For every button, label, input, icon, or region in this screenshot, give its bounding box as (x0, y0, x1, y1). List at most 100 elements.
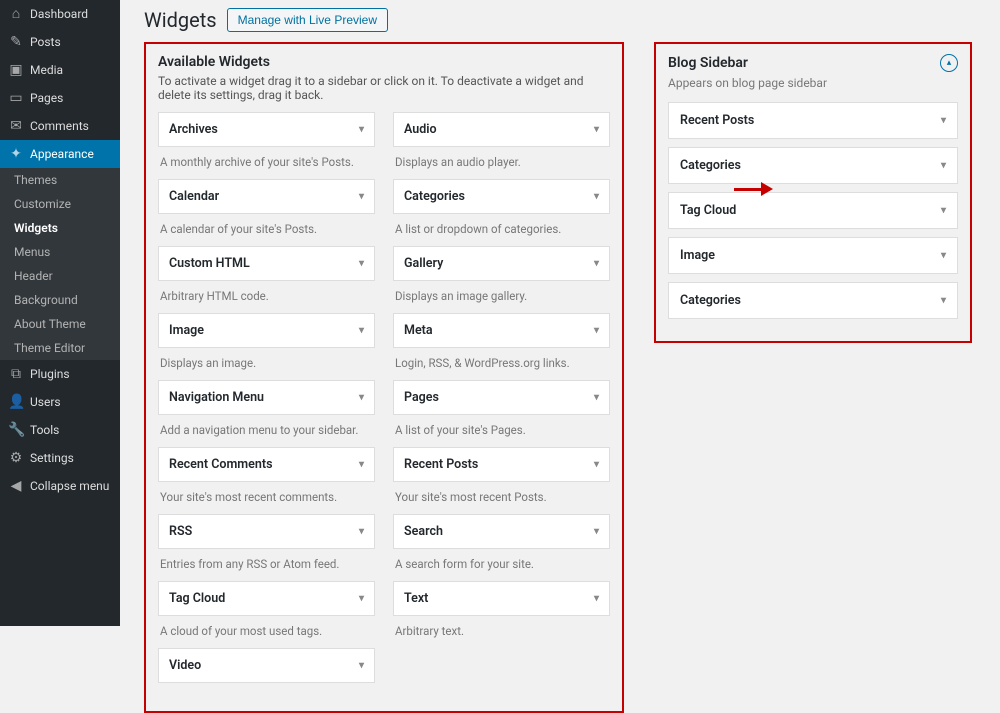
chevron-down-icon: ▾ (594, 258, 599, 269)
available-widgets-desc: To activate a widget drag it to a sideba… (158, 74, 610, 102)
available-widget-tag-cloud: Tag Cloud ▾ A cloud of your most used ta… (158, 581, 375, 648)
nav-item-users[interactable]: 👤Users (0, 388, 120, 416)
manage-live-preview-button[interactable]: Manage with Live Preview (227, 8, 388, 32)
sidebar-widget-name: Categories (680, 293, 741, 308)
widget-header[interactable]: Calendar ▾ (158, 179, 375, 214)
chevron-down-icon: ▾ (941, 205, 946, 216)
widget-header[interactable]: Gallery ▾ (393, 246, 610, 281)
sidebar-widget-image[interactable]: Image▾ (668, 237, 958, 274)
available-widget-rss: RSS ▾ Entries from any RSS or Atom feed. (158, 514, 375, 581)
widget-desc: Arbitrary text. (393, 616, 610, 648)
widget-desc: A list or dropdown of categories. (393, 214, 610, 246)
widget-name: Recent Posts (404, 457, 478, 472)
widget-name: Tag Cloud (169, 591, 225, 606)
widget-name: Gallery (404, 256, 443, 271)
subnav-customize[interactable]: Customize (0, 192, 120, 216)
subnav-menus[interactable]: Menus (0, 240, 120, 264)
nav-item-collapse-menu[interactable]: ◀ Collapse menu (0, 472, 120, 500)
chevron-down-icon: ▾ (941, 295, 946, 306)
available-widget-custom-html: Custom HTML ▾ Arbitrary HTML code. (158, 246, 375, 313)
widget-header[interactable]: Recent Comments ▾ (158, 447, 375, 482)
nav-item-appearance[interactable]: ✦ Appearance (0, 140, 120, 168)
widget-desc: Arbitrary HTML code. (158, 281, 375, 313)
widget-header[interactable]: Audio ▾ (393, 112, 610, 147)
chevron-down-icon: ▾ (359, 660, 364, 671)
chevron-down-icon: ▾ (359, 258, 364, 269)
nav-label: Posts (30, 35, 61, 49)
collapse-sidebar-button[interactable]: ▴ (940, 54, 958, 72)
nav-item-media[interactable]: ▣Media (0, 56, 120, 84)
nav-item-plugins[interactable]: ⧉Plugins (0, 360, 120, 388)
widget-name: Pages (404, 390, 439, 405)
media-icon: ▣ (8, 63, 24, 77)
available-widget-recent-posts: Recent Posts ▾ Your site's most recent P… (393, 447, 610, 514)
available-widget-archives: Archives ▾ A monthly archive of your sit… (158, 112, 375, 179)
sidebar-widget-tag-cloud[interactable]: Tag Cloud▾ (668, 192, 958, 229)
widget-header[interactable]: Archives ▾ (158, 112, 375, 147)
widget-desc: Your site's most recent Posts. (393, 482, 610, 514)
available-widget-audio: Audio ▾ Displays an audio player. (393, 112, 610, 179)
subnav-about-theme[interactable]: About Theme (0, 312, 120, 336)
widget-desc: Add a navigation menu to your sidebar. (158, 415, 375, 447)
widget-desc (158, 683, 375, 701)
chevron-down-icon: ▾ (941, 160, 946, 171)
chevron-down-icon: ▾ (359, 325, 364, 336)
widget-desc: Displays an image. (158, 348, 375, 380)
widget-header[interactable]: RSS ▾ (158, 514, 375, 549)
nav-item-posts[interactable]: ✎ Posts (0, 28, 120, 56)
blog-sidebar-panel: Blog Sidebar ▴ Appears on blog page side… (654, 42, 972, 343)
available-widgets-title: Available Widgets (158, 54, 610, 70)
widget-header[interactable]: Categories ▾ (393, 179, 610, 214)
nav-item-settings[interactable]: ⚙Settings (0, 444, 120, 472)
chevron-down-icon: ▾ (359, 593, 364, 604)
sidebar-widget-categories[interactable]: Categories▾ (668, 147, 958, 184)
page-heading: Widgets Manage with Live Preview (134, 0, 986, 42)
widget-header[interactable]: Image ▾ (158, 313, 375, 348)
widget-name: Navigation Menu (169, 390, 264, 405)
nav-label: Tools (30, 423, 59, 437)
posts-icon: ✎ (8, 35, 24, 49)
subnav-header[interactable]: Header (0, 264, 120, 288)
available-widget-video: Video ▾ (158, 648, 375, 701)
nav-item-tools[interactable]: 🔧Tools (0, 416, 120, 444)
widget-desc: A monthly archive of your site's Posts. (158, 147, 375, 179)
widget-header[interactable]: Meta ▾ (393, 313, 610, 348)
chevron-down-icon: ▾ (594, 593, 599, 604)
widget-header[interactable]: Text ▾ (393, 581, 610, 616)
widget-header[interactable]: Custom HTML ▾ (158, 246, 375, 281)
chevron-down-icon: ▾ (359, 124, 364, 135)
sidebar-widget-categories[interactable]: Categories ▾ (668, 282, 958, 319)
nav-label: Collapse menu (30, 479, 109, 493)
widget-header[interactable]: Recent Posts ▾ (393, 447, 610, 482)
widget-name: Calendar (169, 189, 219, 204)
nav-item-pages[interactable]: ▭Pages (0, 84, 120, 112)
blog-sidebar-title: Blog Sidebar (668, 55, 748, 71)
subnav-widgets[interactable]: Widgets (0, 216, 120, 240)
chevron-down-icon: ▾ (359, 459, 364, 470)
widget-name: Text (404, 591, 428, 606)
nav-label: Dashboard (30, 7, 88, 21)
subnav-background[interactable]: Background (0, 288, 120, 312)
sidebar-widget-name: Image (680, 248, 715, 263)
appearance-icon: ✦ (8, 147, 24, 161)
widget-header[interactable]: Navigation Menu ▾ (158, 380, 375, 415)
widget-header[interactable]: Video ▾ (158, 648, 375, 683)
widget-header[interactable]: Tag Cloud ▾ (158, 581, 375, 616)
available-widget-categories: Categories ▾ A list or dropdown of categ… (393, 179, 610, 246)
nav-label: Plugins (30, 367, 70, 381)
collapse-menu-icon: ◀ (8, 479, 24, 493)
nav-item-comments[interactable]: ✉Comments (0, 112, 120, 140)
nav-item-dashboard[interactable]: ⌂Dashboard (0, 0, 120, 28)
subnav-themes[interactable]: Themes (0, 168, 120, 192)
widget-header[interactable]: Pages ▾ (393, 380, 610, 415)
subnav-theme-editor[interactable]: Theme Editor (0, 336, 120, 360)
admin-sidebar: ⌂Dashboard ✎ Posts ▣Media▭Pages✉Comments ✦ Ap… (0, 0, 120, 626)
widget-name: Archives (169, 122, 218, 137)
sidebar-widget-recent-posts[interactable]: Recent Posts▾ (668, 102, 958, 139)
nav-label: Comments (30, 119, 89, 133)
widget-desc: A cloud of your most used tags. (158, 616, 375, 648)
widget-header[interactable]: Search ▾ (393, 514, 610, 549)
widget-name: Audio (404, 122, 437, 137)
content-area: Widgets Manage with Live Preview Availab… (120, 0, 1000, 626)
nav-label: Appearance (30, 147, 94, 161)
